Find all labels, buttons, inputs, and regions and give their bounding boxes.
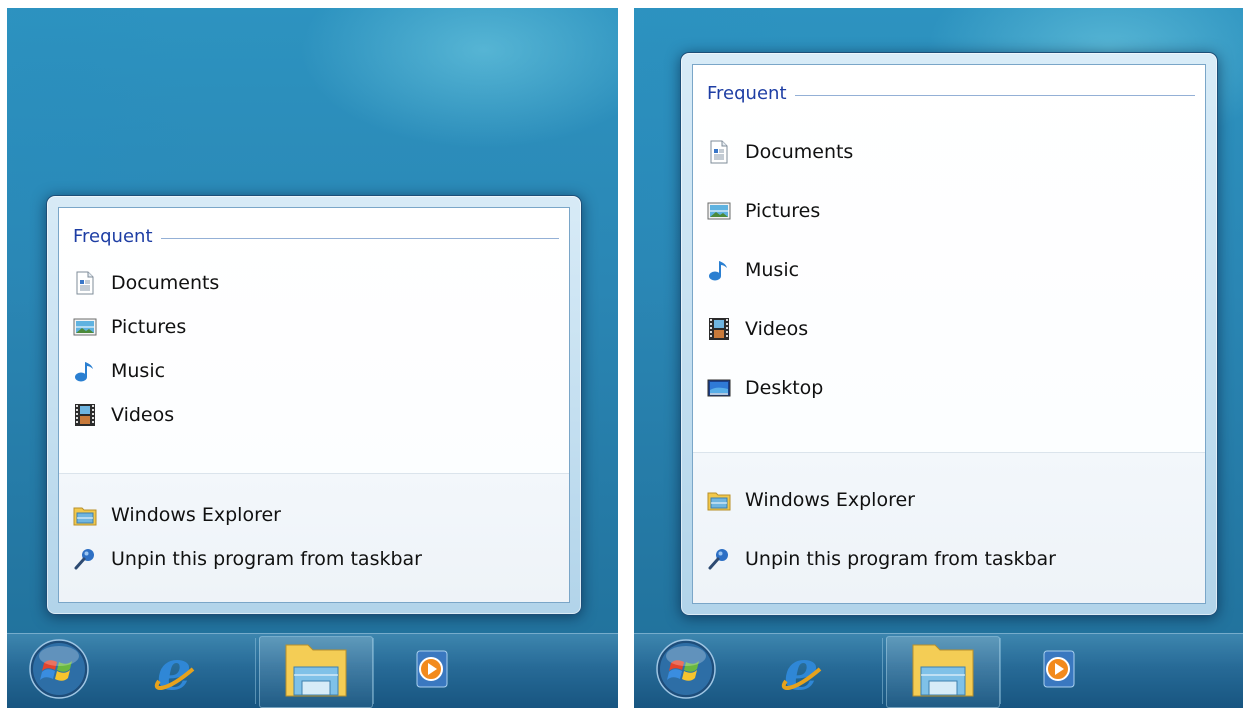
jump-item-label: Music bbox=[111, 360, 166, 382]
taskbar-media-player[interactable] bbox=[1022, 636, 1098, 706]
jump-item-music[interactable]: Music bbox=[73, 354, 559, 388]
task-unpin[interactable]: Unpin this program from taskbar bbox=[73, 542, 559, 576]
unpin-icon bbox=[73, 547, 97, 571]
jump-list: Frequent Documents Pictures Music Videos… bbox=[46, 195, 582, 615]
internet-explorer-icon: e bbox=[778, 638, 834, 702]
jump-item-label: Pictures bbox=[745, 200, 821, 222]
jump-item-videos[interactable]: Videos bbox=[73, 398, 559, 432]
documents-icon bbox=[73, 271, 97, 295]
jump-item-pictures[interactable]: Pictures bbox=[707, 194, 1195, 228]
jump-item-pictures[interactable]: Pictures bbox=[73, 310, 559, 344]
jump-item-desktop[interactable]: Desktop bbox=[707, 371, 1195, 405]
taskbar-internet-explorer[interactable]: e bbox=[135, 636, 223, 706]
windows-explorer-icon bbox=[73, 503, 97, 527]
start-button[interactable] bbox=[21, 636, 97, 706]
task-label: Unpin this program from taskbar bbox=[111, 548, 422, 570]
pictures-icon bbox=[73, 315, 97, 339]
internet-explorer-icon: e bbox=[151, 638, 207, 702]
frequent-title: Frequent bbox=[73, 226, 153, 247]
windows-explorer-icon bbox=[282, 639, 350, 705]
pictures-icon bbox=[707, 199, 731, 223]
jump-item-label: Music bbox=[745, 259, 800, 281]
screenshot-panel-left: Frequent Documents Pictures Music Videos… bbox=[7, 8, 618, 708]
frequent-divider bbox=[160, 237, 559, 239]
media-player-icon bbox=[1036, 645, 1084, 697]
frequent-header: Frequent bbox=[73, 226, 559, 247]
taskbar: e bbox=[7, 633, 618, 708]
jump-item-music[interactable]: Music bbox=[707, 253, 1195, 287]
taskbar-divider bbox=[255, 638, 256, 704]
start-orb-icon bbox=[28, 638, 90, 704]
documents-icon bbox=[707, 140, 731, 164]
taskbar-windows-explorer[interactable] bbox=[259, 636, 373, 708]
jump-item-label: Pictures bbox=[111, 316, 187, 338]
task-label: Unpin this program from taskbar bbox=[745, 548, 1056, 570]
jump-item-label: Desktop bbox=[745, 377, 824, 399]
music-icon bbox=[707, 258, 731, 282]
jump-list-content: Frequent Documents Pictures Music Videos… bbox=[692, 64, 1206, 604]
taskbar-windows-explorer[interactable] bbox=[886, 636, 1000, 708]
music-icon bbox=[73, 359, 97, 383]
tasks-section: Windows Explorer Unpin this program from… bbox=[693, 452, 1205, 603]
taskbar-divider bbox=[882, 638, 883, 704]
task-windows-explorer[interactable]: Windows Explorer bbox=[73, 498, 559, 532]
jump-item-label: Documents bbox=[745, 141, 854, 163]
tasks-section: Windows Explorer Unpin this program from… bbox=[59, 473, 569, 602]
jump-list-content: Frequent Documents Pictures Music Videos… bbox=[58, 207, 570, 603]
taskbar-divider bbox=[373, 638, 374, 704]
jump-item-label: Videos bbox=[745, 318, 809, 340]
media-player-icon bbox=[409, 645, 457, 697]
jump-list: Frequent Documents Pictures Music Videos… bbox=[680, 52, 1218, 616]
taskbar-internet-explorer[interactable]: e bbox=[762, 636, 850, 706]
videos-icon bbox=[707, 317, 731, 341]
task-windows-explorer[interactable]: Windows Explorer bbox=[707, 483, 1195, 517]
windows-explorer-icon bbox=[909, 639, 977, 705]
jump-item-documents[interactable]: Documents bbox=[707, 135, 1195, 169]
taskbar-media-player[interactable] bbox=[395, 636, 471, 706]
start-orb-icon bbox=[655, 638, 717, 704]
taskbar-divider bbox=[1000, 638, 1001, 704]
start-button[interactable] bbox=[648, 636, 724, 706]
screenshot-panel-right: Frequent Documents Pictures Music Videos… bbox=[634, 8, 1243, 708]
jump-item-documents[interactable]: Documents bbox=[73, 266, 559, 300]
frequent-header: Frequent bbox=[707, 83, 1195, 104]
desktop-icon bbox=[707, 376, 731, 400]
jump-item-label: Videos bbox=[111, 404, 175, 426]
videos-icon bbox=[73, 403, 97, 427]
taskbar: e bbox=[634, 633, 1243, 708]
jump-item-label: Documents bbox=[111, 272, 220, 294]
jump-item-videos[interactable]: Videos bbox=[707, 312, 1195, 346]
task-unpin[interactable]: Unpin this program from taskbar bbox=[707, 542, 1195, 576]
frequent-divider bbox=[794, 94, 1195, 96]
task-label: Windows Explorer bbox=[111, 504, 281, 526]
task-label: Windows Explorer bbox=[745, 489, 915, 511]
unpin-icon bbox=[707, 547, 731, 571]
frequent-title: Frequent bbox=[707, 83, 787, 104]
windows-explorer-icon bbox=[707, 488, 731, 512]
